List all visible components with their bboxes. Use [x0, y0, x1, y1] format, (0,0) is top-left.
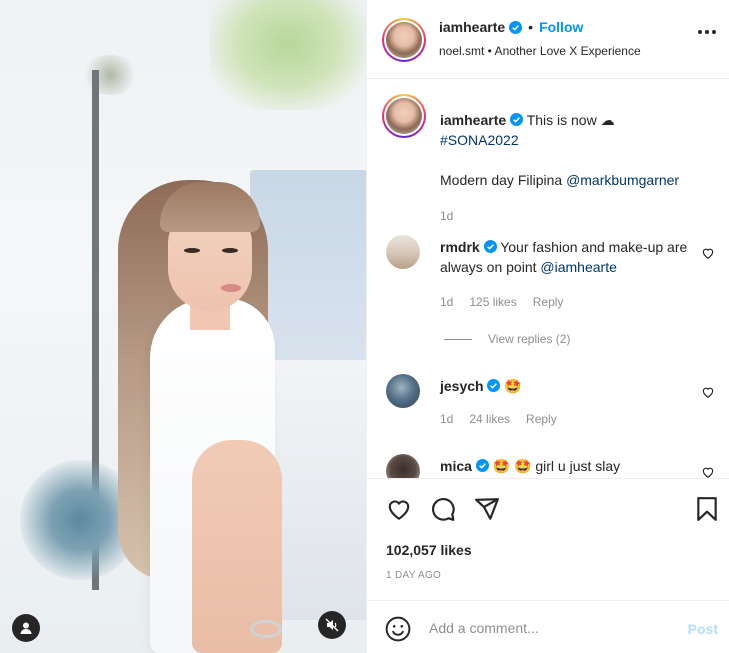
more-icon — [698, 30, 702, 34]
commenter-avatar[interactable] — [386, 235, 420, 269]
share-icon[interactable] — [474, 496, 500, 522]
mute-button[interactable] — [318, 611, 346, 639]
mute-icon — [325, 618, 339, 632]
reply-button[interactable]: Reply — [533, 295, 564, 309]
verified-icon — [475, 459, 489, 472]
view-replies-label: View replies (2) — [488, 332, 571, 346]
verified-icon — [483, 240, 497, 253]
post-button[interactable]: Post — [688, 621, 718, 637]
verified-icon — [509, 20, 523, 34]
commenter-avatar[interactable] — [386, 454, 420, 478]
subject-lips — [221, 284, 241, 292]
verified-icon — [487, 379, 501, 392]
user-tag-icon — [20, 622, 32, 634]
comment-icon[interactable] — [430, 496, 456, 522]
heart-icon[interactable] — [701, 246, 715, 260]
post-actions: 102,057 likes 1 DAY AGO — [367, 478, 729, 598]
heart-icon[interactable] — [701, 465, 715, 478]
subject-eye-right — [222, 248, 238, 253]
comment-likes[interactable]: 24 likes — [469, 412, 510, 426]
post-header: iamhearte • Follow noel.smt • Another Lo… — [367, 0, 729, 79]
more-options-button[interactable] — [698, 30, 716, 34]
background-pole-top — [80, 55, 140, 95]
commenter-username[interactable]: mica — [440, 458, 472, 474]
commenter-avatar[interactable] — [386, 374, 420, 408]
header-separator: • — [528, 19, 534, 35]
background-foliage — [210, 0, 366, 110]
comment-input[interactable] — [429, 615, 669, 641]
commenter-username[interactable]: rmdrk — [440, 239, 480, 255]
comment-text: 🤩 — [504, 378, 522, 394]
caption-hashtag[interactable]: #SONA2022 — [440, 132, 519, 148]
comment-text: 🤩 🤩 girl u just slay — [492, 458, 621, 474]
caption-time[interactable]: 1d — [440, 206, 715, 226]
heart-icon[interactable] — [386, 496, 412, 522]
post-media[interactable] — [0, 0, 366, 653]
comment-mention[interactable]: @iamhearte — [540, 259, 616, 275]
comment-likes[interactable]: 125 likes — [469, 295, 516, 309]
author-avatar[interactable] — [382, 18, 426, 62]
user-tag-button[interactable] — [12, 614, 40, 642]
emoji-icon[interactable] — [385, 616, 411, 642]
comments-section[interactable]: iamhearte This is now ☁ #SONA2022 Modern… — [367, 80, 729, 478]
post-subtitle[interactable]: noel.smt • Another Love X Experience — [439, 44, 641, 58]
subject-bracelet — [250, 620, 282, 638]
add-comment-bar: Post — [367, 600, 729, 653]
reply-button[interactable]: Reply — [526, 412, 557, 426]
author-username[interactable]: iamhearte — [439, 19, 505, 35]
comment-time[interactable]: 1d — [440, 295, 453, 309]
post-time[interactable]: 1 DAY AGO — [386, 570, 441, 581]
commenter-username[interactable]: jesych — [440, 378, 484, 394]
heart-icon[interactable] — [701, 385, 715, 399]
follow-button[interactable]: Follow — [539, 19, 583, 35]
caption-line2: Modern day Filipina — [440, 172, 567, 188]
likes-count[interactable]: 102,057 likes — [386, 542, 472, 558]
bookmark-icon[interactable] — [694, 496, 720, 522]
caption-avatar[interactable] — [382, 94, 426, 138]
post-panel: iamhearte • Follow noel.smt • Another Lo… — [366, 0, 729, 653]
verified-icon — [510, 113, 524, 126]
caption-mention[interactable]: @markbumgarner — [566, 172, 679, 188]
caption-username[interactable]: iamhearte — [440, 112, 506, 128]
view-replies-line — [444, 338, 472, 340]
view-replies-button[interactable]: View replies (2) — [444, 332, 570, 346]
subject-eye-left — [184, 248, 200, 253]
comment-time[interactable]: 1d — [440, 412, 453, 426]
caption-text: This is now ☁ — [526, 112, 615, 128]
